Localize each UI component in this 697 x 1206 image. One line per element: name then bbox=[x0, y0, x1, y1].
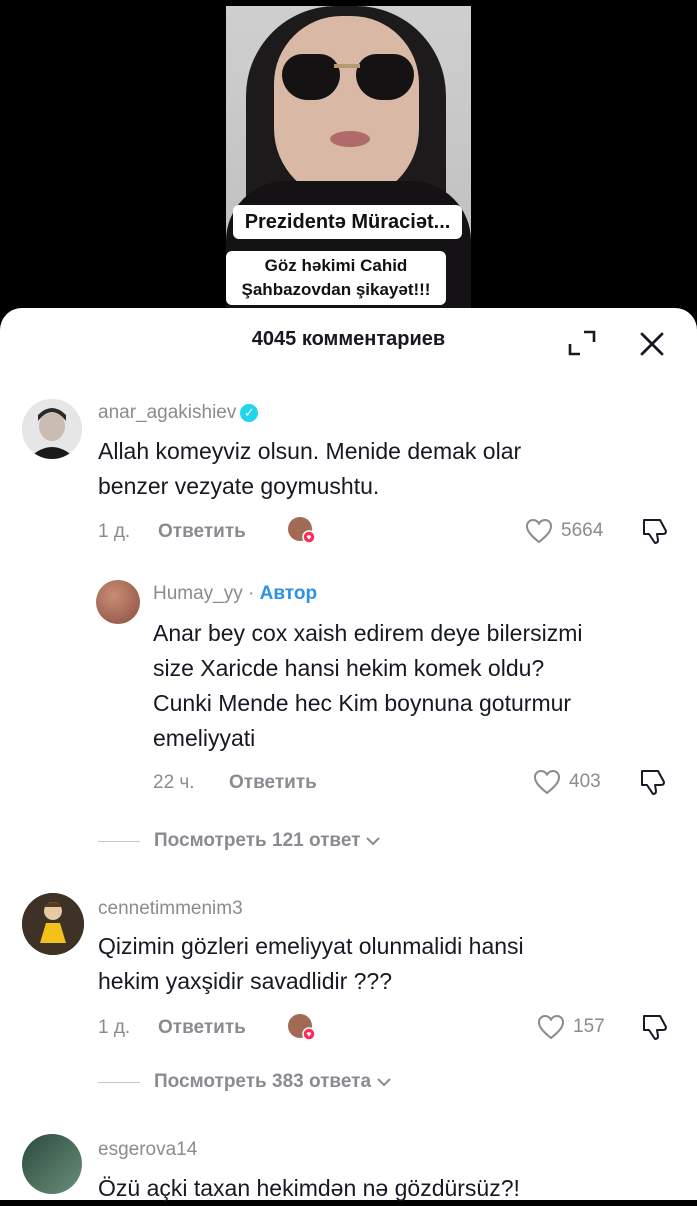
sunglasses-bridge bbox=[334, 64, 360, 68]
dislike-icon[interactable] bbox=[640, 515, 670, 545]
reply-button[interactable]: Ответить bbox=[158, 1017, 246, 1039]
comment-text: Özü açki taxan hekimdən nə gözdürsüz?! bbox=[98, 1171, 520, 1206]
comment-text-line: Anar bey cox xaish edirem deye bilersizm… bbox=[153, 620, 583, 646]
avatar[interactable] bbox=[22, 893, 84, 955]
comment-text-line: Özü açki taxan hekimdən nə gözdürsüz?! bbox=[98, 1175, 520, 1201]
like-count: 157 bbox=[573, 1016, 605, 1037]
video-caption-title: Prezidentə Müraciət... bbox=[233, 205, 462, 239]
heart-icon bbox=[537, 1014, 565, 1040]
view-replies-label[interactable]: Посмотреть 383 ответа bbox=[154, 1071, 371, 1093]
comment-text-line: Allah komeyviz olsun. Menide demak olar bbox=[98, 438, 522, 464]
username-text[interactable]: anar_agakishiev bbox=[98, 402, 236, 423]
avatar-image bbox=[22, 399, 82, 459]
comment-time: 1 д. bbox=[98, 1017, 131, 1038]
comment-text-line: size Xaricde hansi hekim komek oldu? bbox=[153, 655, 545, 681]
video-caption-subtitle: Göz həkimi Cahid Şahbazovdan şikayət!!! bbox=[226, 251, 446, 305]
reply-button[interactable]: Ответить bbox=[158, 521, 246, 543]
mouth-shape bbox=[330, 131, 370, 147]
view-replies-button[interactable]: Посмотреть 383 ответа bbox=[98, 1071, 393, 1093]
divider-line bbox=[98, 1081, 140, 1083]
comment-text-line: emeliyyati bbox=[153, 725, 256, 751]
comment-text-line: Cunki Mende hec Kim boynuna goturmur bbox=[153, 690, 572, 716]
expand-icon[interactable] bbox=[568, 330, 596, 356]
separator-dot: · bbox=[248, 583, 255, 604]
chevron-down-icon bbox=[377, 1078, 391, 1087]
like-button[interactable]: 403 bbox=[533, 769, 601, 795]
comment-username[interactable]: cennetimmenim3 bbox=[98, 898, 243, 920]
comment-text: Anar bey cox xaish edirem deye bilersizm… bbox=[153, 616, 583, 756]
comment-username[interactable]: anar_agakishiev ✓ bbox=[98, 402, 259, 424]
comment-text: Qizimin gözleri emeliyyat olunmalidi han… bbox=[98, 929, 524, 999]
like-button[interactable]: 157 bbox=[537, 1014, 605, 1040]
comment-time: 1 д. bbox=[98, 521, 131, 542]
view-replies-button[interactable]: Посмотреть 121 ответ bbox=[98, 830, 382, 852]
avatar[interactable] bbox=[22, 399, 82, 459]
author-badge: Автор bbox=[259, 583, 318, 604]
avatar[interactable] bbox=[22, 1134, 82, 1194]
sunglasses-left-lens bbox=[282, 54, 340, 100]
avatar[interactable] bbox=[96, 580, 140, 624]
video-caption-line1: Göz həkimi Cahid bbox=[264, 256, 408, 275]
face-shape bbox=[274, 16, 419, 201]
sunglasses-right-lens bbox=[356, 54, 414, 100]
comment-username[interactable]: esgerova14 bbox=[98, 1139, 197, 1161]
creator-liked-avatar-icon bbox=[288, 517, 315, 544]
username-text[interactable]: Humay_yy bbox=[153, 583, 243, 604]
like-count: 5664 bbox=[561, 520, 604, 541]
chevron-down-icon bbox=[366, 837, 381, 846]
comment-text-line: hekim yaxşidir savadlidir ??? bbox=[98, 968, 393, 994]
comment-username[interactable]: Humay_yy · Автор bbox=[153, 583, 317, 605]
video-caption-line2: Şahbazovdan şikayət!!! bbox=[241, 280, 431, 299]
comments-sheet: 4045 комментариев anar_agakishiev ✓ Allah… bbox=[0, 308, 697, 1201]
heart-icon bbox=[533, 769, 561, 795]
creator-liked-avatar-icon bbox=[288, 1014, 315, 1041]
comment-text-line: Qizimin gözleri emeliyyat olunmalidi han… bbox=[98, 933, 524, 959]
reply-button[interactable]: Ответить bbox=[229, 772, 317, 794]
comment-text-line: benzer vezyate goymushtu. bbox=[98, 473, 380, 499]
view-replies-label[interactable]: Посмотреть 121 ответ bbox=[154, 830, 360, 852]
close-icon[interactable] bbox=[638, 330, 666, 358]
verified-badge-icon: ✓ bbox=[240, 404, 259, 422]
comment-text: Allah komeyviz olsun. Menide demak olar … bbox=[98, 434, 521, 504]
avatar-image bbox=[22, 893, 84, 955]
dislike-icon[interactable] bbox=[638, 766, 668, 796]
like-button[interactable]: 5664 bbox=[525, 518, 603, 544]
heart-icon bbox=[525, 518, 553, 544]
like-count: 403 bbox=[569, 771, 601, 792]
dislike-icon[interactable] bbox=[640, 1011, 670, 1041]
comment-time: 22 ч. bbox=[153, 772, 195, 793]
divider-line bbox=[98, 840, 140, 842]
video-preview[interactable]: Prezidentə Müraciət... Göz həkimi Cahid … bbox=[0, 0, 697, 330]
